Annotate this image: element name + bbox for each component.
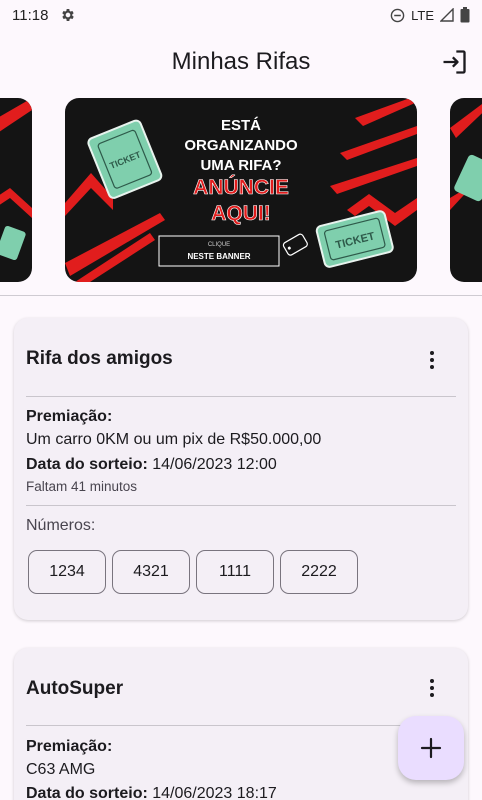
add-raffle-button[interactable] — [398, 716, 464, 780]
page-title: Minhas Rifas — [171, 48, 311, 75]
more-vert-icon[interactable] — [420, 676, 444, 700]
number-chip[interactable]: 1111 — [196, 550, 274, 594]
signal-icon — [440, 8, 454, 22]
time-remaining: Faltam 41 minutos — [26, 479, 138, 494]
card-divider — [26, 505, 456, 506]
prize-label: Premiação: — [26, 738, 113, 755]
status-time: 11:18 — [12, 6, 49, 24]
number-chip[interactable]: 1234 — [28, 550, 106, 594]
app-bar: Minhas Rifas — [0, 38, 482, 86]
draw-date-label: Data do sorteio: — [26, 785, 148, 800]
logout-icon[interactable] — [440, 48, 468, 76]
gear-icon — [62, 9, 75, 21]
draw-date-label: Data do sorteio: — [26, 456, 148, 473]
banner-previous[interactable] — [0, 98, 32, 282]
banner-line-2: ORGANIZANDO — [184, 137, 298, 154]
number-chip[interactable]: 4321 — [112, 550, 190, 594]
number-chip[interactable]: 2222 — [280, 550, 358, 594]
banner-line-1: ESTÁ — [221, 117, 261, 134]
banner-line-5: AQUI! — [211, 202, 271, 225]
do-not-disturb-icon — [390, 8, 405, 22]
prize-value: C63 AMG — [26, 761, 96, 778]
draw-date-value: 14/06/2023 18:17 — [152, 785, 277, 800]
network-type: LTE — [411, 7, 434, 23]
ad-banner[interactable]: TICKET TICKET ESTÁ ORGANIZANDO UMA RIFA?… — [65, 98, 417, 282]
banner-carousel[interactable]: TICKET TICKET ESTÁ ORGANIZANDO UMA RIFA?… — [0, 98, 482, 284]
prize-value: Um carro 0KM ou um pix de R$50.000,00 — [26, 431, 322, 448]
banner-line-4: ANÚNCIE — [193, 175, 289, 199]
more-vert-icon[interactable] — [420, 348, 444, 372]
numbers-label: Números: — [26, 517, 96, 534]
plus-icon — [420, 737, 442, 759]
raffle-card[interactable]: Rifa dos amigos Premiação: Um carro 0KM … — [14, 318, 468, 620]
prize-label: Premiação: — [26, 408, 113, 425]
raffle-name: AutoSuper — [26, 678, 124, 699]
raffle-name: Rifa dos amigos — [26, 348, 173, 369]
card-divider — [26, 396, 456, 397]
carousel-divider — [0, 295, 482, 296]
banner-next[interactable] — [450, 98, 482, 282]
numbers-list: 1234 4321 1111 2222 — [28, 550, 358, 594]
status-bar: 11:18 LTE — [0, 0, 482, 30]
draw-date-value: 14/06/2023 12:00 — [152, 456, 277, 473]
banner-cta-small: CLIQUE — [208, 242, 230, 248]
card-divider — [26, 725, 456, 726]
banner-cta-main: NESTE BANNER — [187, 252, 250, 261]
battery-icon — [460, 7, 470, 23]
banner-line-3: UMA RIFA? — [200, 157, 281, 174]
